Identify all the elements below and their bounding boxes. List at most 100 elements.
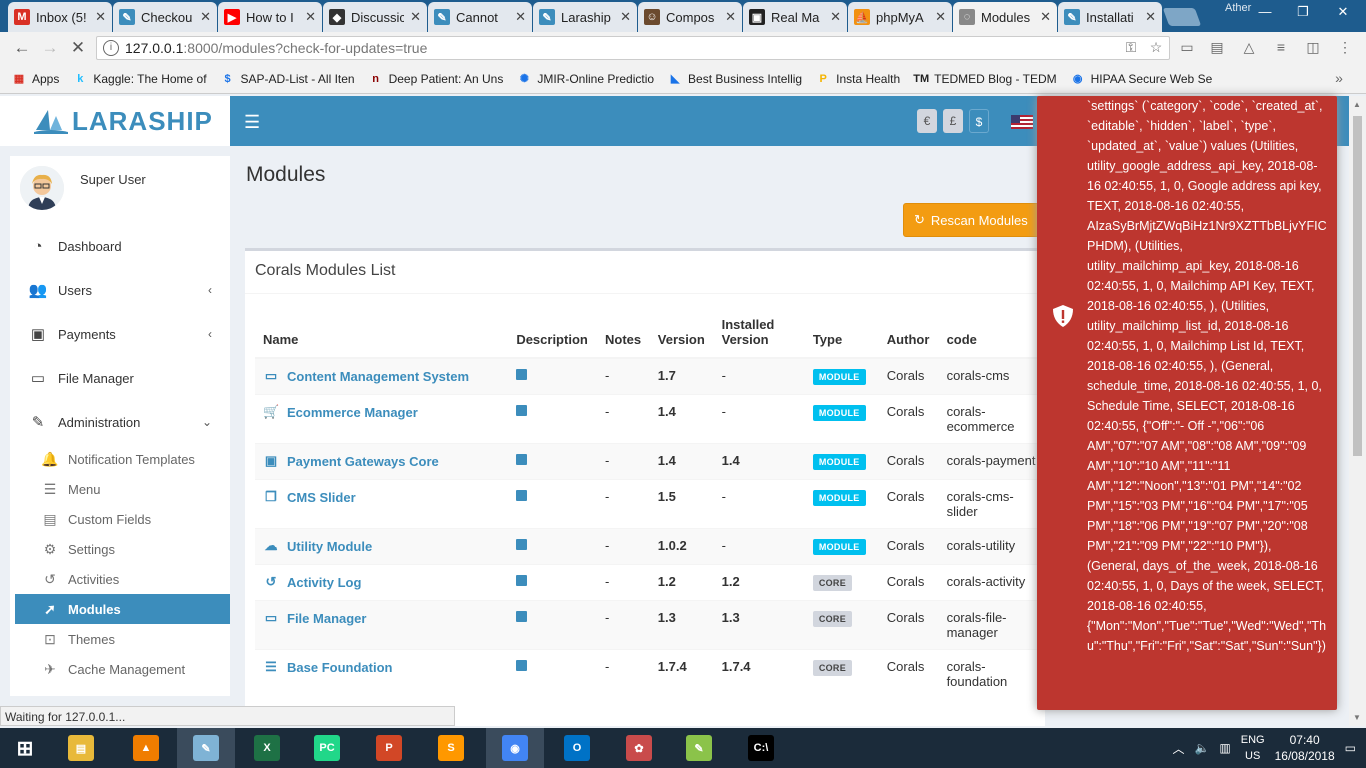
- bookmark-item[interactable]: $ SAP-AD-List - All Iten: [221, 72, 354, 86]
- browser-tab[interactable]: ▶ How to I ✕: [218, 2, 322, 32]
- sidebar-subitem-notification-templates[interactable]: 🔔 Notification Templates: [10, 444, 230, 474]
- outlook-icon[interactable]: O: [548, 728, 606, 768]
- profile-name[interactable]: Ather: [1225, 2, 1251, 14]
- browser-tab[interactable]: ✎ Cannot ✕: [428, 2, 532, 32]
- sidebar-subitem-cache-management[interactable]: ✈ Cache Management: [10, 654, 230, 684]
- description-icon[interactable]: [516, 539, 528, 550]
- pdf-extension-icon[interactable]: ▤: [1208, 39, 1226, 57]
- browser-tab[interactable]: ◌ Modules ✕: [953, 2, 1057, 32]
- layers-extension-icon[interactable]: ≡: [1272, 39, 1290, 57]
- scroll-down-icon[interactable]: ▼: [1353, 713, 1361, 722]
- sidebar-subitem-menu[interactable]: ☰ Menu: [10, 474, 230, 504]
- module-link[interactable]: ↺ Activity Log: [263, 574, 500, 590]
- description-icon[interactable]: [516, 611, 528, 622]
- excel-icon[interactable]: X: [238, 728, 296, 768]
- description-icon[interactable]: [516, 575, 528, 586]
- sidebar-subitem-modules[interactable]: ➚ Modules: [15, 594, 230, 624]
- error-toast[interactable]: `settings` (`category`, `code`, `created…: [1037, 96, 1337, 710]
- browser-tab[interactable]: M Inbox (5! ✕: [8, 2, 112, 32]
- description-icon[interactable]: [516, 454, 528, 465]
- currency-euro-button[interactable]: €: [917, 109, 937, 133]
- vlc-icon[interactable]: ▲: [117, 728, 175, 768]
- browser-tab[interactable]: ▣ Real Ma ✕: [743, 2, 847, 32]
- more-bookmarks-icon[interactable]: »: [1330, 70, 1348, 88]
- logo[interactable]: LARASHIP: [0, 96, 230, 146]
- chrome-menu-icon[interactable]: ⋮: [1336, 39, 1354, 57]
- currency-dollar-button[interactable]: $: [969, 109, 989, 133]
- file-explorer-icon[interactable]: ▤: [52, 728, 110, 768]
- key-icon[interactable]: ⚿: [1122, 39, 1140, 57]
- sidebar-item-payments[interactable]: ▣ Payments ‹: [10, 312, 230, 356]
- module-link[interactable]: ▭ Content Management System: [263, 368, 500, 384]
- tab-close-icon[interactable]: ✕: [620, 9, 631, 25]
- browser-tab[interactable]: ☺ Compos ✕: [638, 2, 742, 32]
- minimize-icon[interactable]: —: [1255, 4, 1275, 19]
- notepad-icon[interactable]: ✎: [177, 728, 235, 768]
- language-indicator[interactable]: ENG US: [1241, 732, 1265, 764]
- tab-close-icon[interactable]: ✕: [830, 9, 841, 25]
- back-icon[interactable]: ←: [8, 38, 36, 58]
- notifications-icon[interactable]: ▭: [1345, 741, 1356, 755]
- sublime-icon[interactable]: S: [422, 728, 480, 768]
- description-icon[interactable]: [516, 369, 528, 380]
- forward-icon[interactable]: →: [36, 38, 64, 58]
- sidebar-subitem-custom-fields[interactable]: ▤ Custom Fields: [10, 504, 230, 534]
- us-flag-icon[interactable]: [1011, 115, 1033, 129]
- description-icon[interactable]: [516, 660, 528, 671]
- powerpoint-icon[interactable]: P: [360, 728, 418, 768]
- tab-close-icon[interactable]: ✕: [725, 9, 736, 25]
- paint-icon[interactable]: ✿: [610, 728, 668, 768]
- module-link[interactable]: ❐ CMS Slider: [263, 489, 500, 505]
- module-link[interactable]: ▭ File Manager: [263, 610, 500, 626]
- scrollbar-thumb[interactable]: [1353, 116, 1362, 456]
- close-window-icon[interactable]: ✕: [1333, 4, 1353, 20]
- sidebar-item-dashboard[interactable]: ◔ Dashboard: [10, 224, 230, 268]
- windows-start-icon[interactable]: ⊞: [0, 728, 50, 768]
- url-input[interactable]: i 127.0.0.1:8000/modules?check-for-updat…: [96, 36, 1170, 60]
- show-hidden-icons[interactable]: ︿: [1172, 740, 1184, 757]
- page-scrollbar[interactable]: ▲ ▼: [1349, 96, 1366, 726]
- cast-icon[interactable]: ▭: [1178, 39, 1196, 57]
- tab-close-icon[interactable]: ✕: [515, 9, 526, 25]
- bookmark-item[interactable]: ◣ Best Business Intellig: [668, 72, 802, 86]
- description-icon[interactable]: [516, 405, 528, 416]
- drive-extension-icon[interactable]: △: [1240, 39, 1258, 57]
- tab-close-icon[interactable]: ✕: [305, 9, 316, 25]
- sidebar-subitem-activities[interactable]: ↺ Activities: [10, 564, 230, 594]
- module-link[interactable]: ☁ Utility Module: [263, 538, 500, 554]
- clock[interactable]: 07:40 16/08/2018: [1275, 732, 1335, 764]
- module-link[interactable]: ☰ Base Foundation: [263, 659, 500, 675]
- notepadpp-icon[interactable]: ✎: [670, 728, 728, 768]
- bookmark-star-icon[interactable]: ☆: [1147, 39, 1165, 57]
- network-icon[interactable]: ▥: [1219, 741, 1230, 755]
- sidebar-item-users[interactable]: 👥 Users ‹: [10, 268, 230, 312]
- tab-close-icon[interactable]: ✕: [935, 9, 946, 25]
- tab-close-icon[interactable]: ✕: [1145, 9, 1156, 25]
- bookmark-item[interactable]: ◉ HIPAA Secure Web Se: [1071, 72, 1212, 86]
- bookmark-item[interactable]: P Insta Health: [816, 72, 900, 86]
- bookmark-item[interactable]: ▦ Apps: [12, 72, 60, 86]
- module-link[interactable]: 🛒 Ecommerce Manager: [263, 404, 500, 420]
- cmd-icon[interactable]: C:\: [732, 728, 790, 768]
- bookmark-item[interactable]: ✺ JMIR-Online Predictio: [517, 72, 654, 86]
- tab-close-icon[interactable]: ✕: [410, 9, 421, 25]
- bookmark-item[interactable]: TM TEDMED Blog - TEDM: [913, 72, 1056, 86]
- extension-icon[interactable]: ◫: [1304, 39, 1322, 57]
- sidebar-toggle-icon[interactable]: ☰: [244, 112, 260, 133]
- sidebar-subitem-settings[interactable]: ⚙ Settings: [10, 534, 230, 564]
- description-icon[interactable]: [516, 490, 528, 501]
- bookmark-item[interactable]: k Kaggle: The Home of: [73, 72, 206, 86]
- browser-tab[interactable]: ◆ Discussic ✕: [323, 2, 427, 32]
- maximize-icon[interactable]: ❐: [1293, 4, 1313, 20]
- currency-pound-button[interactable]: £: [943, 109, 963, 133]
- stop-loading-icon[interactable]: ✕: [64, 38, 92, 58]
- sidebar-item-file-manager[interactable]: ▭ File Manager: [10, 356, 230, 400]
- tab-close-icon[interactable]: ✕: [200, 9, 211, 25]
- bookmark-item[interactable]: n Deep Patient: An Uns: [369, 72, 503, 86]
- sidebar-subitem-themes[interactable]: ⊡ Themes: [10, 624, 230, 654]
- module-link[interactable]: ▣ Payment Gateways Core: [263, 453, 500, 469]
- tab-close-icon[interactable]: ✕: [1040, 9, 1051, 25]
- browser-tab[interactable]: ✎ Installati ✕: [1058, 2, 1162, 32]
- browser-tab[interactable]: ⛵ phpMyA ✕: [848, 2, 952, 32]
- rescan-modules-button[interactable]: ↻ Rescan Modules: [903, 203, 1043, 237]
